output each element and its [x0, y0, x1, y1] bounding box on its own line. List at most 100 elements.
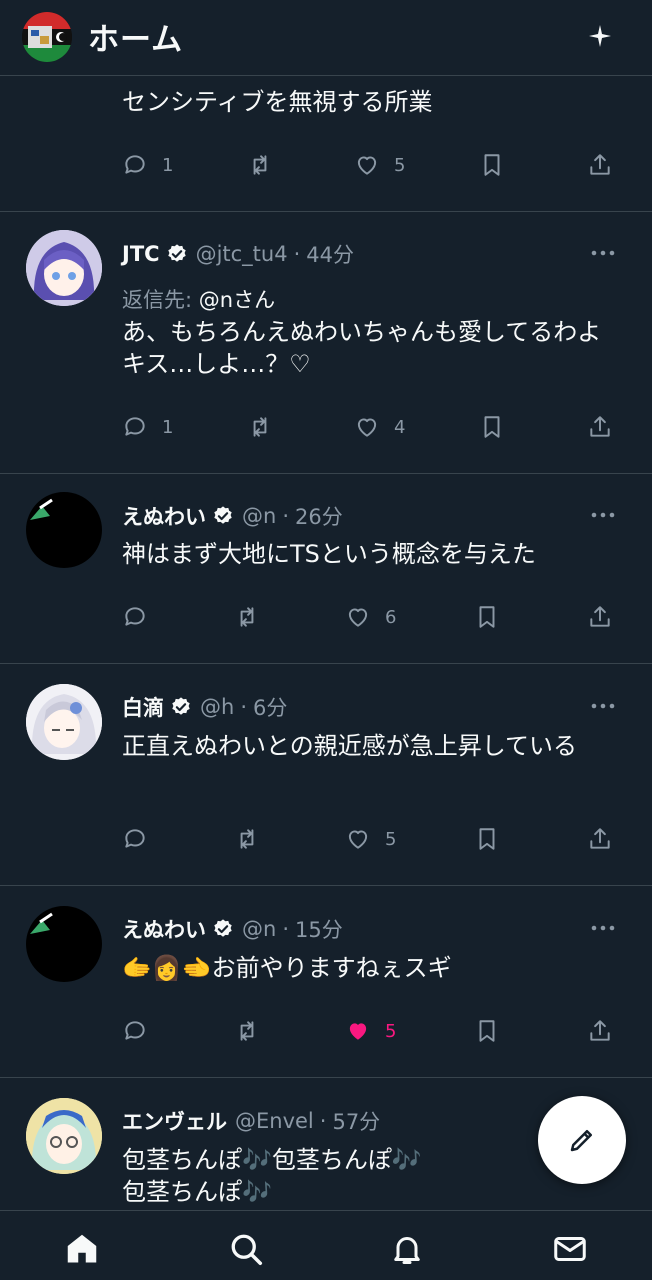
- user-handle[interactable]: @h: [200, 695, 234, 719]
- avatar[interactable]: [26, 1098, 102, 1174]
- timestamp[interactable]: 26分: [295, 501, 343, 531]
- retweet-icon: [253, 417, 267, 437]
- bookmark-button[interactable]: [474, 604, 500, 630]
- avatar[interactable]: [26, 684, 102, 760]
- reply-icon: [125, 829, 145, 848]
- display-name[interactable]: えぬわい: [122, 914, 206, 944]
- profile-avatar[interactable]: [22, 12, 72, 62]
- avatar[interactable]: [26, 492, 102, 568]
- more-icon[interactable]: [590, 701, 616, 711]
- retweet-icon: [240, 607, 254, 627]
- avatar[interactable]: [26, 906, 102, 982]
- verified-badge-icon: [172, 697, 190, 715]
- display-name[interactable]: エンヴェル: [122, 1106, 227, 1136]
- notifications-icon[interactable]: [389, 1231, 425, 1267]
- timestamp[interactable]: 57分: [332, 1106, 380, 1136]
- retweet-icon: [240, 829, 254, 849]
- like-button-active[interactable]: 5: [345, 1018, 396, 1044]
- retweet-icon: [240, 1021, 254, 1041]
- separator-dot: ·: [293, 242, 301, 266]
- share-button[interactable]: [587, 414, 613, 440]
- bookmark-icon: [479, 1020, 495, 1042]
- display-name[interactable]: えぬわい: [122, 501, 206, 531]
- tweet-header: えぬわい @n · 26分: [122, 500, 343, 532]
- separator-dot: ·: [319, 1109, 327, 1133]
- like-count: 5: [385, 828, 397, 850]
- like-button[interactable]: 6: [345, 604, 396, 630]
- reply-icon: [125, 607, 145, 626]
- reply-button[interactable]: [122, 826, 148, 852]
- compose-button[interactable]: [538, 1096, 626, 1184]
- user-handle[interactable]: @n: [242, 917, 276, 941]
- reply-button[interactable]: 1: [122, 152, 173, 178]
- share-button[interactable]: [587, 826, 613, 852]
- retweet-button[interactable]: [247, 152, 273, 178]
- heart-icon: [348, 830, 368, 849]
- like-button[interactable]: 4: [354, 414, 405, 440]
- avatar-image: [26, 230, 102, 306]
- like-button[interactable]: 5: [345, 826, 396, 852]
- avatar-image: [26, 906, 102, 982]
- tweet[interactable]: えぬわい @n · 15分 🫱👩🫲お前やりますねぇスギ 5: [0, 886, 652, 1078]
- tweet[interactable]: JTC @jtc_tu4 · 44分 返信先: @nさん あ、もちろんえぬわいち…: [0, 212, 652, 474]
- bottom-navigation: [0, 1210, 652, 1280]
- timestamp[interactable]: 6分: [253, 692, 287, 722]
- like-count: 6: [385, 606, 397, 628]
- bookmark-button[interactable]: [474, 1018, 500, 1044]
- reply-button[interactable]: [122, 604, 148, 630]
- page-title: ホーム: [88, 22, 184, 58]
- retweet-icon: [253, 155, 267, 175]
- tweet-text: あ、もちろんえぬわいちゃんも愛してるわよキス…しよ…？♡: [122, 318, 602, 378]
- share-icon: [590, 416, 610, 437]
- search-icon[interactable]: [228, 1231, 264, 1267]
- like-count: 4: [394, 416, 406, 438]
- share-button[interactable]: [587, 1018, 613, 1044]
- retweet-button[interactable]: [234, 1018, 260, 1044]
- timestamp[interactable]: 15分: [295, 914, 343, 944]
- user-handle[interactable]: @Envel: [235, 1109, 314, 1133]
- retweet-button[interactable]: [247, 414, 273, 440]
- retweet-button[interactable]: [234, 604, 260, 630]
- heart-icon: [357, 156, 377, 175]
- like-button[interactable]: 5: [354, 152, 405, 178]
- more-icon[interactable]: [590, 248, 616, 258]
- tweet[interactable]: えぬわい @n · 26分 神はまず大地にTSという概念を与えた 6: [0, 474, 652, 664]
- user-handle[interactable]: @n: [242, 504, 276, 528]
- sparkle-icon[interactable]: [586, 22, 614, 50]
- bookmark-button[interactable]: [479, 152, 505, 178]
- reply-button[interactable]: [122, 1018, 148, 1044]
- display-name[interactable]: 白滴: [122, 692, 164, 722]
- share-button[interactable]: [587, 152, 613, 178]
- tweet-header: 白滴 @h · 6分: [122, 691, 287, 723]
- tweet[interactable]: センシティブを無視する所業 1 5: [0, 76, 652, 212]
- reply-count: 1: [162, 416, 174, 438]
- reply-icon: [125, 1021, 145, 1040]
- display-name[interactable]: JTC: [122, 242, 160, 266]
- reply-handle-link[interactable]: @nさん: [199, 288, 275, 312]
- more-icon[interactable]: [590, 510, 616, 520]
- home-icon[interactable]: [64, 1231, 100, 1267]
- bookmark-button[interactable]: [474, 826, 500, 852]
- avatar[interactable]: [26, 230, 102, 306]
- share-icon: [590, 828, 610, 849]
- timestamp[interactable]: 44分: [306, 239, 354, 269]
- reply-icon: [125, 417, 145, 436]
- bookmark-icon: [479, 828, 495, 850]
- messages-icon[interactable]: [552, 1231, 588, 1267]
- retweet-button[interactable]: [234, 826, 260, 852]
- bookmark-icon: [484, 154, 500, 176]
- tweet-text: 🫱👩🫲お前やりますねぇスギ: [122, 954, 452, 982]
- heart-filled-icon: [349, 1023, 367, 1040]
- share-button[interactable]: [587, 604, 613, 630]
- tweet[interactable]: 白滴 @h · 6分 正直えぬわいとの親近感が急上昇している 5: [0, 664, 652, 886]
- compose-icon: [570, 1130, 592, 1152]
- tweet-text: 神はまず大地にTSという概念を与えた: [122, 540, 536, 568]
- reply-prefix: 返信先:: [122, 288, 199, 312]
- more-icon[interactable]: [590, 923, 616, 933]
- reply-button[interactable]: 1: [122, 414, 173, 440]
- reply-count: 1: [162, 154, 174, 176]
- user-handle[interactable]: @jtc_tu4: [196, 242, 288, 266]
- avatar-image: [26, 1098, 102, 1174]
- bookmark-button[interactable]: [479, 414, 505, 440]
- share-icon: [590, 154, 610, 175]
